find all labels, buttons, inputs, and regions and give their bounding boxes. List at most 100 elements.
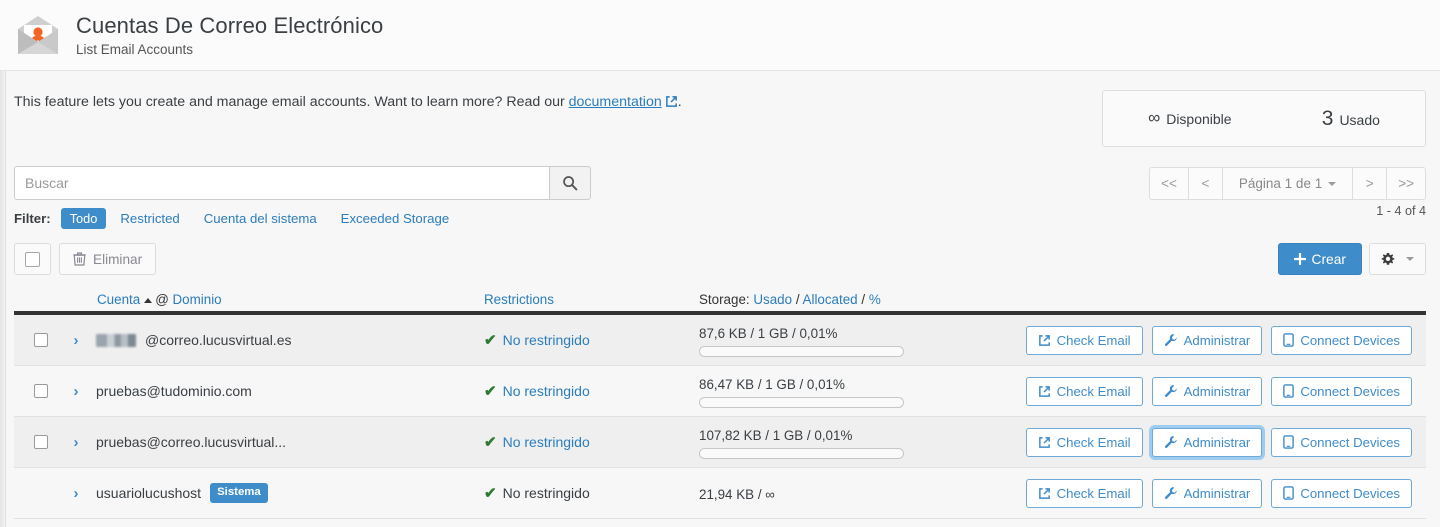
action-button-label: Administrar [1183, 332, 1251, 348]
storage-text: 86,47 KB / 1 GB / 0,01% [699, 376, 845, 392]
storage-label: Storage: [699, 292, 750, 307]
table-row: › @correo.lucusvirtual.es ✔ No restringido 8… [14, 315, 1426, 366]
administrar-button[interactable]: Administrar [1151, 376, 1263, 406]
check-email-button[interactable]: Check Email [1025, 478, 1143, 508]
sort-account-link[interactable]: Cuenta [97, 292, 140, 307]
select-all-checkbox[interactable] [14, 243, 51, 275]
chevron-right-icon[interactable]: › [74, 435, 79, 450]
connect-devices-button[interactable]: Connect Devices [1271, 478, 1412, 508]
action-button-label: Connect Devices [1300, 332, 1400, 348]
storage-sep-1: / [795, 292, 800, 307]
external-link-icon [1038, 385, 1051, 398]
action-button-label: Check Email [1056, 485, 1131, 501]
available-value: ∞ [1148, 108, 1161, 127]
administrar-button[interactable]: Administrar [1151, 325, 1263, 355]
sort-restrictions-link[interactable]: Restrictions [484, 292, 554, 307]
row-actions-cell: Check Email Administrar Connect Devices [1025, 478, 1426, 508]
used-label: Usado [1339, 112, 1380, 128]
connect-devices-button[interactable]: Connect Devices [1271, 427, 1412, 457]
intro-text-before: This feature lets you create and manage … [14, 94, 569, 110]
search-input[interactable] [14, 166, 549, 200]
delete-button-label: Eliminar [93, 251, 143, 267]
filter-option-system-account[interactable]: Cuenta del sistema [204, 211, 317, 226]
row-expand-cell: › [56, 333, 96, 348]
filter-option-todo[interactable]: Todo [60, 208, 107, 229]
chevron-right-icon[interactable]: › [74, 333, 79, 348]
check-icon: ✔ [484, 332, 497, 349]
filter-bar: Filter: Todo Restricted Cuenta del siste… [14, 208, 473, 229]
row-account-cell: @correo.lucusvirtual.es [96, 332, 484, 348]
search-bar [14, 166, 591, 200]
pager-prev-button[interactable]: < [1187, 167, 1222, 200]
check-icon: ✔ [484, 434, 497, 451]
table-body: › @correo.lucusvirtual.es ✔ No restringido 8… [14, 315, 1426, 519]
row-checkbox[interactable] [34, 435, 48, 449]
storage-progress-bar [699, 447, 904, 459]
row-restrictions-cell: ✔ No restringido [484, 382, 699, 400]
stat-available: ∞ Disponible [1148, 108, 1232, 127]
row-restrictions-cell: ✔ No restringido [484, 433, 699, 451]
envelope-user-icon [14, 11, 62, 59]
row-account-cell: pruebas@correo.lucusvirtual... [96, 434, 484, 450]
pager-first-button[interactable]: << [1149, 167, 1188, 200]
wrench-icon [1164, 435, 1178, 449]
storage-text: 87,6 KB / 1 GB / 0,01% [699, 325, 838, 341]
administrar-button[interactable]: Administrar [1151, 427, 1263, 457]
storage-progress-bar [699, 396, 904, 408]
chevron-down-icon [1328, 181, 1337, 186]
account-at-symbol: @ [155, 292, 169, 307]
storage-text: 107,82 KB / 1 GB / 0,01% [699, 427, 853, 443]
chevron-right-icon[interactable]: › [74, 384, 79, 399]
restriction-status[interactable]: No restringido [503, 434, 590, 450]
filter-option-exceeded-storage[interactable]: Exceeded Storage [341, 211, 450, 226]
pager-page-select[interactable]: Página 1 de 1 [1221, 167, 1353, 200]
settings-button[interactable] [1369, 243, 1426, 275]
create-button-label: Crear [1311, 251, 1347, 267]
pager-last-button[interactable]: >> [1386, 167, 1426, 200]
page-subtitle: List Email Accounts [76, 41, 194, 57]
stat-used: 3 Usado [1322, 108, 1380, 129]
filter-label: Filter: [14, 211, 51, 226]
sort-storage-allocated-link[interactable]: Allocated [803, 292, 858, 307]
search-button[interactable] [549, 166, 591, 200]
wrench-icon [1164, 486, 1178, 500]
filter-option-restricted[interactable]: Restricted [120, 211, 179, 226]
action-button-label: Check Email [1056, 332, 1131, 348]
check-email-button[interactable]: Check Email [1025, 325, 1143, 355]
sort-storage-percent-link[interactable]: % [869, 292, 881, 307]
page-title: Cuentas De Correo Electrónico [76, 13, 384, 39]
restriction-status: No restringido [502, 485, 590, 501]
chevron-right-icon[interactable]: › [74, 486, 79, 501]
delete-button[interactable]: Eliminar [59, 243, 157, 275]
connect-devices-button[interactable]: Connect Devices [1271, 376, 1412, 406]
row-storage-cell: 86,47 KB / 1 GB / 0,01% [699, 375, 1026, 408]
row-storage-cell: 87,6 KB / 1 GB / 0,01% [699, 324, 1026, 357]
connect-devices-button[interactable]: Connect Devices [1271, 325, 1412, 355]
check-email-button[interactable]: Check Email [1025, 427, 1143, 457]
sort-domain-link[interactable]: Dominio [173, 292, 222, 307]
administrar-button[interactable]: Administrar [1151, 478, 1263, 508]
create-button[interactable]: Crear [1277, 243, 1362, 275]
external-link-icon [1038, 334, 1051, 347]
chevron-down-icon [1406, 257, 1414, 261]
sort-storage-used-link[interactable]: Usado [753, 292, 792, 307]
row-checkbox[interactable] [34, 384, 48, 398]
check-icon: ✔ [484, 485, 497, 502]
pager-next-button[interactable]: > [1352, 167, 1387, 200]
wrench-icon [1164, 384, 1178, 398]
storage-text: 21,94 KB / ∞ [699, 486, 775, 502]
documentation-link[interactable]: documentation [569, 94, 662, 110]
row-account-cell: usuariolucushost Sistema [96, 483, 484, 503]
row-checkbox[interactable] [34, 333, 48, 347]
mobile-icon [1283, 486, 1295, 500]
redacted-username [96, 333, 136, 347]
restriction-status[interactable]: No restringido [503, 383, 590, 399]
plus-icon [1293, 253, 1306, 265]
table-toolbar: Eliminar [14, 243, 157, 275]
restriction-status[interactable]: No restringido [503, 332, 590, 348]
account-name: pruebas@correo.lucusvirtual... [96, 434, 287, 450]
account-name: @correo.lucusvirtual.es [145, 332, 292, 348]
check-email-button[interactable]: Check Email [1025, 376, 1143, 406]
mobile-icon [1283, 333, 1295, 347]
row-expand-cell: › [56, 384, 96, 399]
